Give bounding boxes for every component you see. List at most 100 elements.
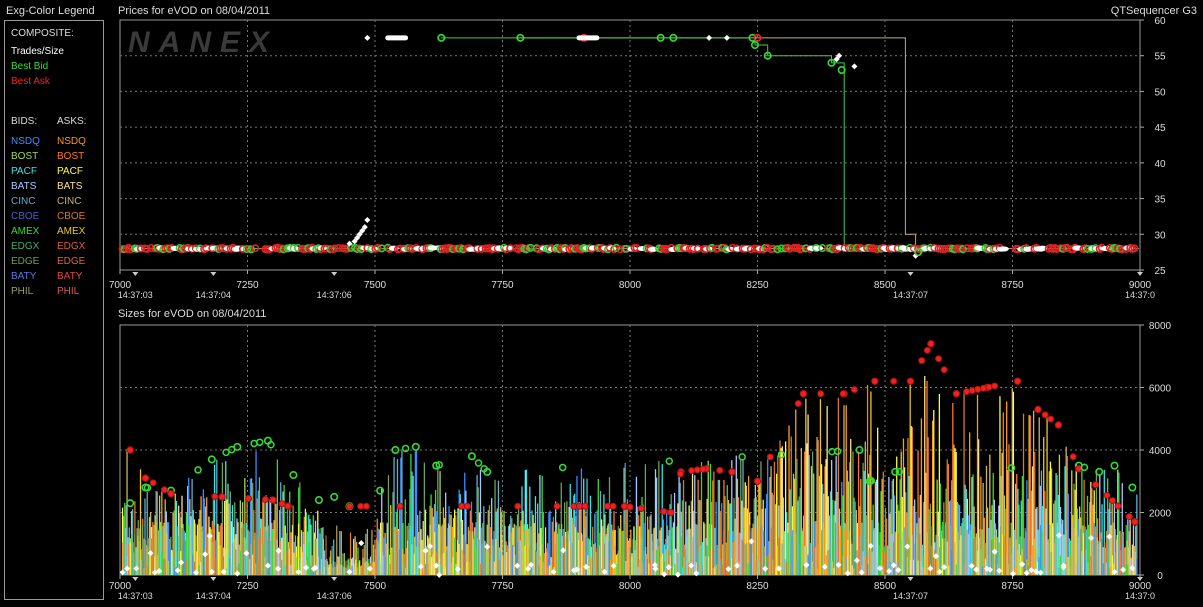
ask-size-marker	[817, 390, 825, 398]
ask-size-marker	[1041, 411, 1049, 419]
ask-size-marker	[604, 502, 612, 510]
ask-size-marker	[1125, 513, 1133, 521]
ask-size-marker	[716, 466, 724, 474]
time-label: 14:37:06	[317, 290, 352, 300]
x-tick-label: 7250	[236, 581, 259, 592]
ask-size-marker	[890, 377, 898, 385]
ask-size-marker	[278, 500, 286, 508]
ask-size-marker	[850, 386, 858, 394]
time-label: 14:37:0	[1125, 290, 1155, 300]
ask-size-marker	[160, 486, 168, 494]
ask-size-marker	[357, 502, 365, 510]
ask-size-marker	[1047, 415, 1055, 423]
ask-size-marker	[935, 355, 943, 363]
ask-size-marker	[799, 390, 808, 398]
y-tick-label: 0	[1157, 571, 1163, 582]
ask-size-marker	[626, 503, 634, 511]
x-tick-label: 8250	[746, 581, 769, 592]
ask-size-marker	[126, 446, 134, 454]
ask-size-marker	[918, 357, 926, 365]
time-marker	[132, 577, 139, 581]
ask-size-marker	[968, 387, 976, 395]
ask-size-marker	[985, 383, 993, 391]
ask-size-marker	[1131, 518, 1139, 526]
x-tick-label: 8000	[619, 581, 642, 592]
ask-size-marker	[261, 496, 269, 504]
ask-size-marker	[728, 468, 736, 476]
ask-size-marker	[974, 385, 982, 393]
y-tick-label: 4000	[1149, 446, 1172, 457]
x-tick-label: 7500	[364, 280, 387, 291]
time-label: 14:37:07	[893, 290, 928, 300]
ask-size-marker	[1092, 481, 1100, 489]
ask-size-marker	[362, 502, 370, 510]
y-tick-label: 55	[1154, 52, 1166, 63]
price-chart: 7000 7250 7500 7750 8000 8250 8500 8750 90002530…	[109, 16, 1166, 300]
time-marker	[907, 272, 914, 276]
time-marker	[132, 272, 139, 276]
ask-size-marker	[149, 479, 157, 487]
x-tick-label: 8750	[1001, 280, 1024, 291]
time-label: 14:37:04	[196, 290, 231, 300]
ask-size-marker	[553, 502, 561, 510]
ask-size-marker	[927, 340, 935, 348]
trade-marker	[813, 245, 824, 251]
ask-size-marker	[667, 508, 675, 517]
ask-size-marker	[1108, 497, 1116, 505]
y-tick-label: 60	[1154, 16, 1166, 27]
time-marker	[1137, 272, 1143, 276]
y-tick-label: 8000	[1149, 321, 1172, 332]
time-marker	[210, 272, 217, 276]
x-tick-label: 8000	[619, 280, 642, 291]
ask-size-marker	[753, 477, 762, 485]
y-tick-label: 45	[1154, 123, 1166, 134]
y-tick-label: 2000	[1149, 509, 1172, 520]
time-label: 14:37:0	[1125, 591, 1155, 601]
ask-size-marker	[245, 495, 253, 502]
time-marker	[331, 577, 338, 581]
ask-size-marker	[766, 453, 774, 461]
ask-size-marker	[218, 493, 226, 501]
ask-size-marker	[458, 502, 466, 510]
time-label: 14:37:03	[118, 591, 153, 601]
ask-size-marker	[346, 502, 353, 510]
ask-size-marker	[676, 470, 684, 478]
ask-size-marker	[576, 502, 584, 510]
ask-size-marker	[609, 502, 617, 510]
ask-size-marker	[660, 508, 668, 516]
x-tick-label: 8750	[1001, 581, 1024, 592]
time-label: 14:37:04	[196, 591, 231, 601]
size-chart: 7000 7250 7500 7750 8000 8250 8500 8750 90000200…	[109, 321, 1172, 601]
ask-size-marker	[1013, 377, 1022, 385]
ask-size-marker	[620, 502, 628, 510]
ask-size-marker	[952, 390, 961, 398]
ask-size-marker	[923, 346, 931, 354]
trade-marker	[998, 246, 1009, 252]
ask-size-marker	[693, 466, 701, 474]
ask-size-marker	[167, 490, 175, 498]
nanex-watermark: NANEX	[128, 26, 278, 59]
ask-size-marker	[794, 399, 802, 407]
ask-size-marker	[284, 502, 292, 510]
ask-size-marker	[463, 502, 471, 510]
ask-size-marker	[688, 467, 696, 475]
ask-size-marker	[979, 384, 987, 392]
ask-size-marker	[581, 502, 589, 510]
ask-size-marker	[1103, 491, 1111, 499]
ask-size-marker	[699, 465, 707, 473]
ask-size-marker	[1069, 453, 1077, 461]
x-tick-label: 8250	[746, 280, 769, 291]
y-tick-label: 40	[1154, 159, 1166, 170]
ask-size-marker	[963, 388, 971, 396]
ask-size-marker	[269, 496, 277, 504]
time-marker	[210, 577, 217, 581]
time-label: 14:37:07	[893, 591, 928, 601]
ask-size-marker	[211, 492, 219, 500]
time-marker	[907, 577, 914, 581]
ask-size-marker	[906, 377, 915, 385]
ask-size-marker	[940, 366, 948, 374]
x-tick-label: 7750	[491, 581, 514, 592]
ask-size-marker	[637, 504, 645, 512]
x-tick-label: 7500	[364, 581, 387, 592]
time-label: 14:37:03	[118, 290, 153, 300]
